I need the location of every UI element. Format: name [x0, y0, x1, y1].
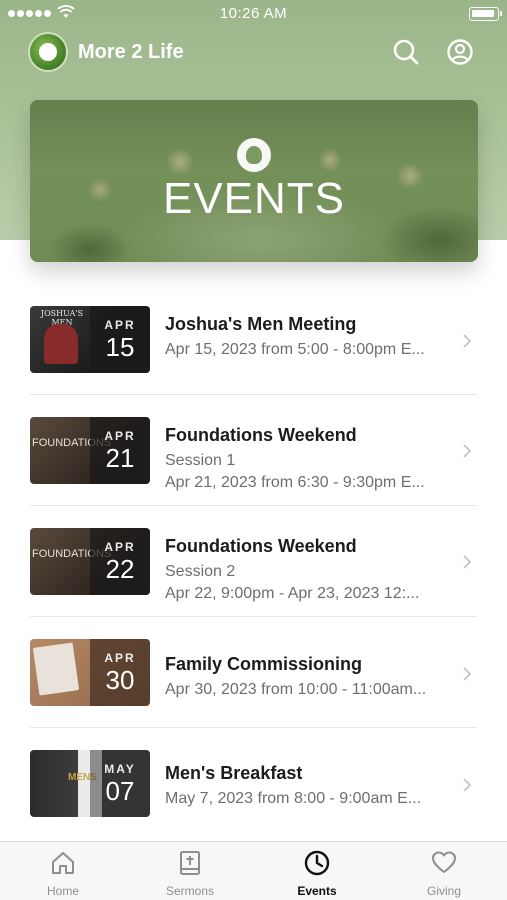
church-logo[interactable] [28, 32, 68, 72]
event-day: 07 [105, 776, 135, 806]
status-time: 10:26 AM [219, 5, 288, 22]
chevron-right-icon [463, 555, 472, 569]
event-title: Joshua's Men Meeting [165, 314, 357, 334]
chevron-right-icon [463, 667, 472, 681]
banner-logo-icon [237, 138, 271, 172]
event-date-badge: APR 22 [90, 528, 150, 595]
event-row[interactable]: JOSHUA'S MEN APR 15 Joshua's Men Meeting… [0, 284, 507, 395]
search-icon[interactable] [392, 38, 420, 66]
event-datetime: May 7, 2023 from 8:00 - 9:00am E... [165, 790, 422, 807]
banner-title: EVENTS [162, 174, 346, 223]
tab-label: Home [46, 884, 79, 898]
event-month: APR [104, 540, 136, 554]
event-row[interactable]: MENS MAY 07 Men's Breakfast May 7, 2023 … [0, 728, 507, 839]
event-month: APR [104, 429, 136, 443]
event-date-badge: APR 30 [90, 639, 150, 706]
event-month: APR [104, 318, 136, 332]
profile-icon[interactable] [446, 38, 474, 66]
event-date-badge: MAY 07 [90, 750, 150, 817]
event-day: 30 [105, 665, 135, 695]
event-day: 22 [105, 554, 135, 584]
bottom-tab-bar: Home Sermons Events Giving [0, 841, 507, 900]
event-row[interactable]: APR 30 Family Commissioning Apr 30, 2023… [0, 617, 507, 728]
event-datetime: Apr 30, 2023 from 10:00 - 11:00am... [165, 681, 427, 698]
event-date-badge: APR 15 [90, 306, 150, 373]
event-thumbnail: FOUNDATIONS APR 22 [30, 528, 150, 595]
event-row[interactable]: FOUNDATIONS APR 21 Foundations Weekend S… [0, 395, 507, 506]
tab-home[interactable]: Home [0, 842, 126, 900]
chevron-right-icon [463, 334, 472, 348]
bible-icon [180, 851, 200, 875]
event-datetime: Apr 21, 2023 from 6:30 - 9:30pm E... [165, 474, 425, 491]
home-icon [52, 852, 74, 874]
event-title: Family Commissioning [165, 654, 363, 674]
event-thumbnail: APR 30 [30, 639, 150, 706]
event-thumbnail: FOUNDATIONS APR 21 [30, 417, 150, 484]
event-day: 21 [105, 443, 135, 473]
event-day: 15 [105, 332, 135, 362]
event-date-badge: APR 21 [90, 417, 150, 484]
event-datetime: Apr 22, 9:00pm - Apr 23, 2023 12:... [165, 585, 420, 602]
event-subtitle: Session 2 [165, 563, 236, 580]
events-banner: EVENTS [30, 100, 478, 262]
event-thumbnail: MENS MAY 07 [30, 750, 150, 817]
clock-icon [304, 850, 330, 876]
status-bar: 10:26 AM [0, 0, 507, 28]
tab-sermons[interactable]: Sermons [127, 842, 253, 900]
tab-events[interactable]: Events [254, 842, 380, 900]
event-month: MAY [104, 762, 136, 776]
event-title: Foundations Weekend [165, 536, 357, 556]
app-title: More 2 Life [78, 41, 184, 63]
event-month: APR [104, 651, 136, 665]
tab-label: Giving [426, 884, 461, 898]
event-thumbnail: JOSHUA'S MEN APR 15 [30, 306, 150, 373]
chevron-right-icon [463, 444, 472, 458]
event-title: Men's Breakfast [165, 763, 303, 783]
heart-icon [432, 851, 456, 873]
chevron-right-icon [463, 778, 472, 792]
tab-label: Events [297, 884, 337, 898]
tab-giving[interactable]: Giving [381, 842, 507, 900]
event-subtitle: Session 1 [165, 452, 236, 469]
events-list: JOSHUA'S MEN APR 15 Joshua's Men Meeting… [0, 284, 507, 839]
app-bar: More 2 Life [0, 32, 507, 72]
battery-icon [469, 7, 502, 21]
event-row[interactable]: FOUNDATIONS APR 22 Foundations Weekend S… [0, 506, 507, 617]
event-datetime: Apr 15, 2023 from 5:00 - 8:00pm E... [165, 341, 425, 358]
tab-label: Sermons [165, 884, 215, 898]
event-title: Foundations Weekend [165, 425, 357, 445]
